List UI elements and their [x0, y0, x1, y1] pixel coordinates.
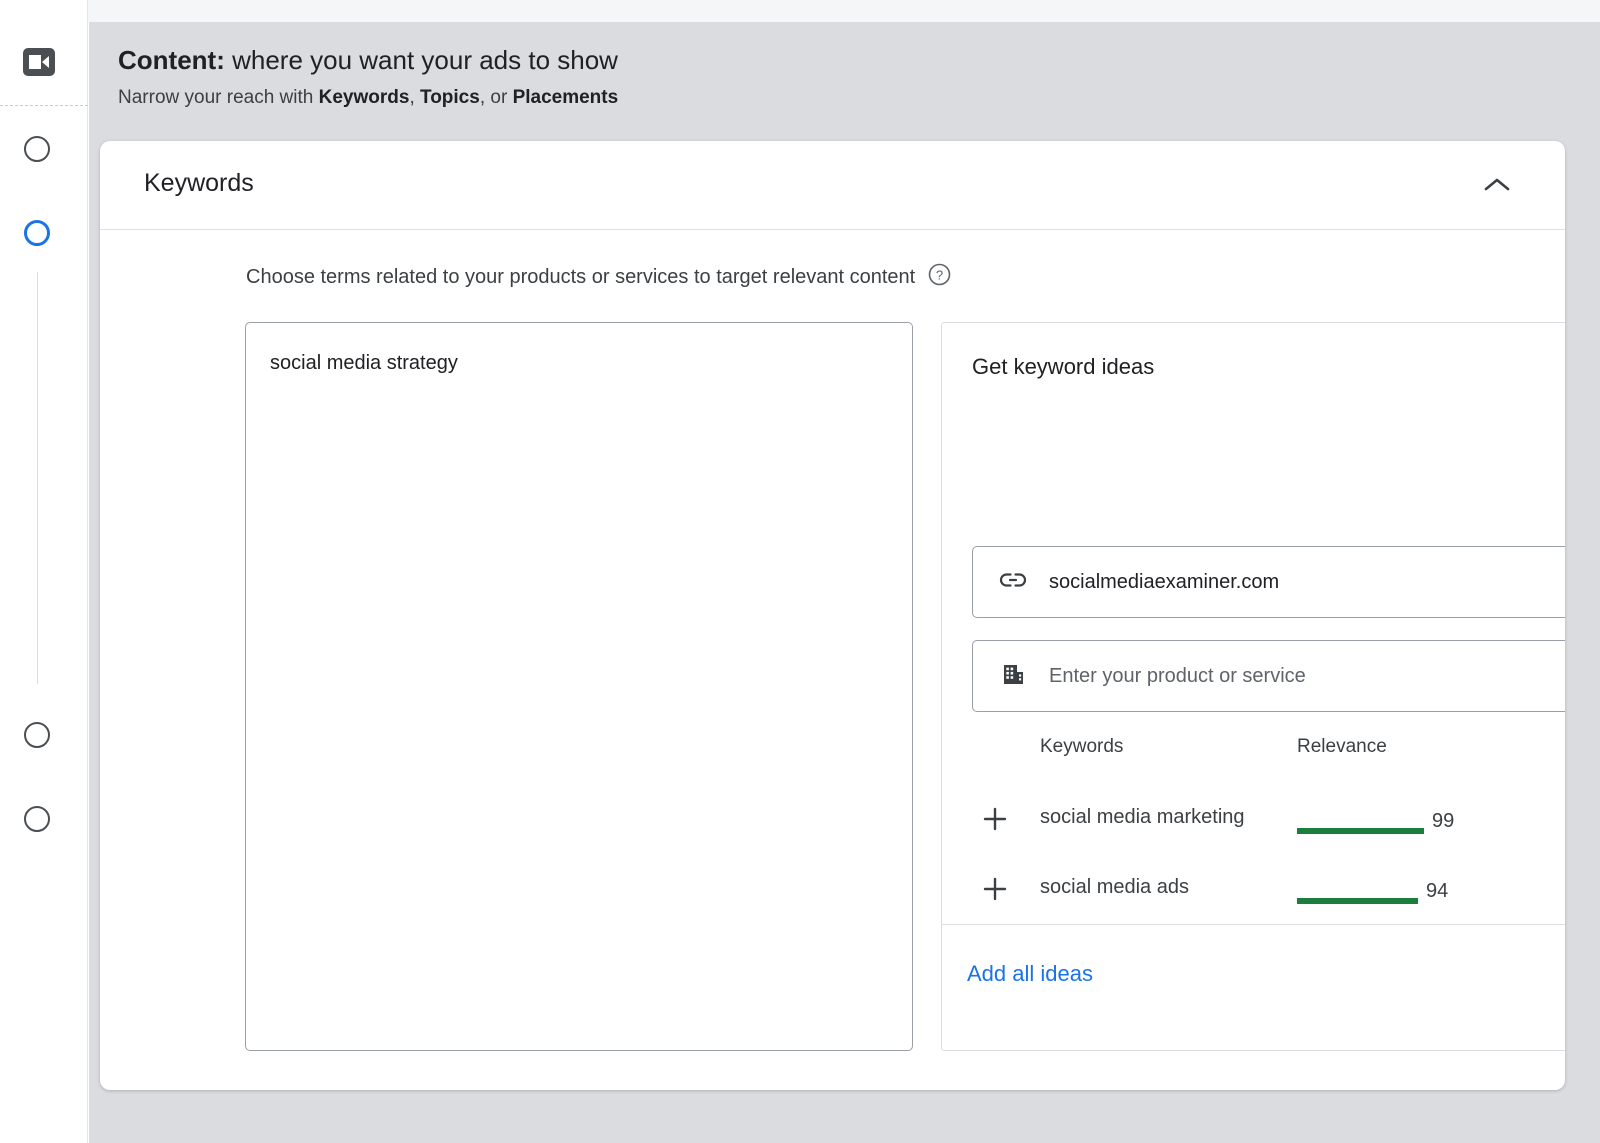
sidebar-step-4[interactable] — [24, 806, 50, 832]
subtitle-keywords: Keywords — [319, 87, 410, 108]
top-strip — [88, 0, 1600, 22]
relevance-cell: 99 — [1297, 810, 1487, 851]
keywords-card-header: Keywords — [100, 141, 1565, 230]
card-description-text: Choose terms related to your products or… — [246, 266, 915, 289]
relevance-cell: 94 — [1297, 880, 1487, 921]
column-header-keywords: Keywords — [1040, 736, 1123, 758]
plus-icon[interactable] — [980, 874, 1010, 904]
table-row[interactable]: social media ads 94 — [942, 858, 1565, 918]
page-subtitle: Narrow your reach with Keywords, Topics,… — [118, 86, 1318, 111]
card-description-row: Choose terms related to your products or… — [246, 263, 951, 292]
rail-divider — [0, 105, 88, 106]
relevance-value: 99 — [1432, 810, 1454, 833]
keyword-ideas-list: Keywords Relevance social media marketin… — [942, 736, 1565, 924]
plus-icon[interactable] — [980, 804, 1010, 834]
page-title: Content: where you want your ads to show — [118, 44, 1318, 77]
rail-connector-line — [37, 272, 38, 684]
product-service-input[interactable]: Enter your product or service — [972, 640, 1565, 712]
idea-keyword: social media marketing — [1040, 804, 1278, 830]
get-keyword-ideas-title: Get keyword ideas — [972, 354, 1154, 380]
idea-keyword: social media ads — [1040, 874, 1278, 900]
subtitle-prefix: Narrow your reach with — [118, 87, 319, 108]
sidebar-step-2-active[interactable] — [24, 220, 50, 246]
chevron-up-icon[interactable] — [1477, 165, 1517, 205]
website-url-input[interactable]: socialmediaexaminer.com — [972, 546, 1565, 618]
page-title-emphasis: Content: — [118, 45, 225, 75]
keywords-textarea[interactable]: social media strategy — [245, 322, 913, 1051]
product-service-placeholder: Enter your product or service — [1049, 665, 1306, 688]
relevance-bar — [1297, 898, 1418, 904]
add-all-ideas-link[interactable]: Add all ideas — [967, 961, 1093, 987]
relevance-value: 94 — [1426, 880, 1448, 903]
building-icon — [999, 660, 1027, 693]
page-title-rest: where you want your ads to show — [225, 45, 618, 75]
help-circle-icon[interactable]: ? — [928, 263, 951, 292]
keywords-card: Keywords Choose terms related to your pr… — [100, 141, 1565, 1090]
relevance-bar — [1297, 828, 1424, 834]
left-step-rail — [0, 0, 88, 1143]
subtitle-sep-2: , or — [480, 87, 513, 108]
subtitle-placements: Placements — [513, 87, 619, 108]
page-header: Content: where you want your ads to show… — [118, 44, 1318, 110]
link-icon — [999, 570, 1027, 595]
subtitle-sep-1: , — [409, 87, 420, 108]
svg-text:?: ? — [936, 267, 943, 282]
video-campaign-icon[interactable] — [22, 47, 56, 77]
card-title: Keywords — [144, 169, 254, 198]
subtitle-topics: Topics — [420, 87, 480, 108]
sidebar-step-1[interactable] — [24, 136, 50, 162]
table-row[interactable]: social media marketing 99 — [942, 788, 1565, 848]
column-header-relevance: Relevance — [1297, 736, 1387, 758]
ideas-panel-footer: Add all ideas — [942, 924, 1565, 1051]
keyword-ideas-panel: Get keyword ideas socialmediaexaminer.co… — [941, 322, 1565, 1051]
sidebar-step-3[interactable] — [24, 722, 50, 748]
website-url-value: socialmediaexaminer.com — [1049, 571, 1279, 594]
